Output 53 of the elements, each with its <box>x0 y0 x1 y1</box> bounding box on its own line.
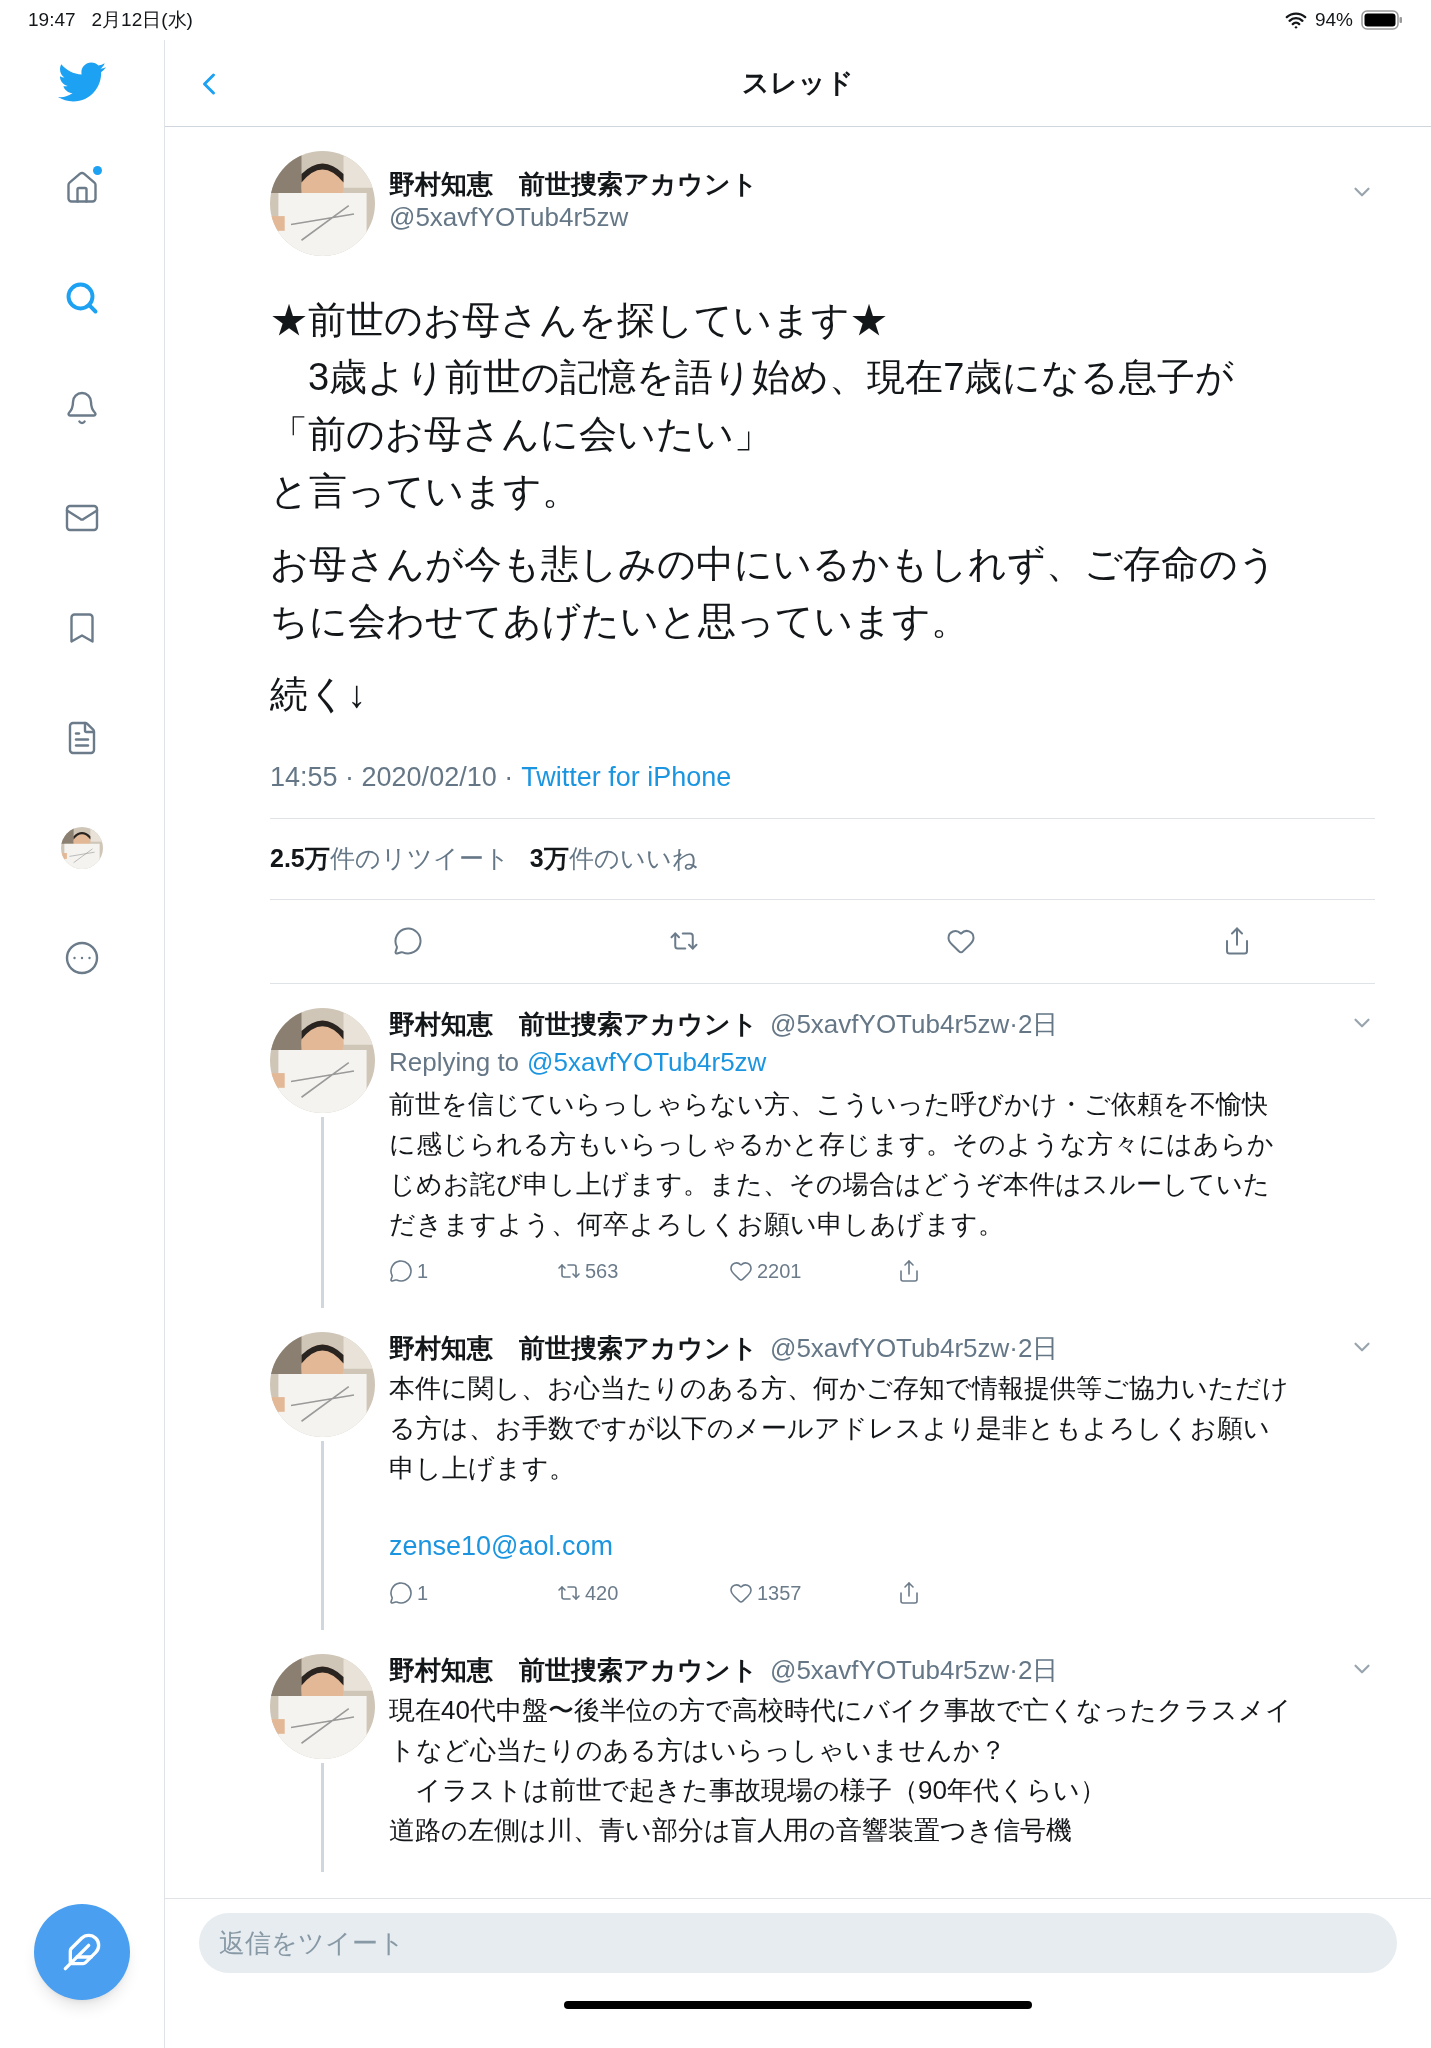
tweet-text: ★前世のお母さんを探しています★ <box>270 298 889 343</box>
handle-time: @5xavfYOTub4r5zw·2日 <box>770 1007 1059 1041</box>
status-date: 2月12日(水) <box>91 7 193 32</box>
like-button[interactable]: 2201 <box>729 1255 802 1286</box>
source-link[interactable]: Twitter for iPhone <box>521 757 732 798</box>
tweet-text: 続く↓ <box>270 672 367 717</box>
share-icon <box>897 1258 921 1283</box>
search-icon <box>64 280 100 316</box>
reply-text: 道路の左側は川、青い部分は盲人用の音響装置つき信号機 <box>389 1814 1073 1847</box>
tweet-text: と言っています。 <box>270 469 581 514</box>
author-handle: @5xavfYOTub4r5zw <box>389 201 630 233</box>
tweet-text: お母さんが今も悲しみの中にいるかもしれず、ご存命のうちに会わせてあげたいと思っています。 <box>270 542 1278 644</box>
reply-text: 前世を信じていらっしゃらない方、こういった呼びかけ・ご依頼を不愉快に感じられる方もいらっしゃるかと存じます。そのような方々にはあらかじめお詫び申し上げます。また、その場合はどうぞ本件はスルーしていただきますよう、何卒よろしくお願い申しあげます。 <box>389 1087 1275 1241</box>
more-icon <box>64 940 100 976</box>
author-name: 野村知恵 前世捜索アカウント <box>389 1331 758 1365</box>
email-link[interactable]: zense10@aol.com <box>389 1525 1375 1566</box>
reply-field[interactable]: 返信をツイート <box>199 1913 1397 1973</box>
feather-icon <box>62 1932 102 1972</box>
author-name: 野村知恵 前世捜索アカウント <box>389 168 759 201</box>
battery-icon <box>1361 10 1403 30</box>
share-icon <box>897 1581 921 1605</box>
reply-text: 本件に関し、お心当たりのある方、何かご存知で情報提供等ご協力いただける方は、お手数ですが以下のメールアドレスより是非ともよろしくお願い申し上げます。 <box>389 1371 1290 1485</box>
reply-button[interactable] <box>393 926 424 956</box>
author-name: 野村知恵 前世捜索アカウント <box>389 1654 758 1687</box>
tweet-text: 「前のお母さんに会いたい」 <box>270 412 773 457</box>
stat-link[interactable]: 3万件のいいね <box>529 839 698 878</box>
status-time: 19:47 <box>28 7 76 32</box>
tweet-timestamp: 14:55 · 2020/02/10 · <box>270 761 514 794</box>
reply-button[interactable]: 1 <box>389 1578 429 1608</box>
battery-percent: 94% <box>1314 7 1353 32</box>
mention-link[interactable]: @5xavfYOTub4r5zw <box>527 1041 767 1082</box>
reply-button[interactable]: 1 <box>389 1255 429 1286</box>
reply-icon <box>389 1258 413 1283</box>
reply-icon <box>393 926 424 956</box>
home-icon <box>64 170 100 206</box>
share-button[interactable] <box>897 1258 921 1283</box>
retweet-button[interactable]: 563 <box>557 1255 619 1286</box>
wifi-icon <box>1284 9 1307 31</box>
reply-icon <box>389 1581 413 1605</box>
retweet-button[interactable]: 420 <box>557 1578 619 1608</box>
author-name: 野村知恵 前世捜索アカウント <box>389 1007 758 1041</box>
like-button[interactable]: 1357 <box>729 1578 802 1608</box>
header-title: スレッド <box>742 66 854 100</box>
reply-text: 現在40代中盤〜後半位の方で高校時代にバイク事故で亡くなったクラスメイトなど心当たりのある方はいらっしゃいませんか？ <box>389 1694 1293 1767</box>
share-button[interactable] <box>897 1581 921 1605</box>
tweet-text: 3歳より前世の記憶を語り始め、現在7歳になる息子が <box>307 355 1236 400</box>
stat-link[interactable]: 2.5万件のリツイート <box>270 839 510 878</box>
reply-text: イラストは前世で起きた事故現場の様子（90年代くらい） <box>414 1774 1107 1807</box>
handle-time: @5xavfYOTub4r5zw·2日 <box>770 1331 1059 1365</box>
like-icon <box>729 1581 753 1605</box>
bell-icon <box>64 390 100 426</box>
replying-label: Replying to <box>389 1045 520 1079</box>
handle-time: @5xavfYOTub4r5zw·2日 <box>770 1654 1059 1687</box>
